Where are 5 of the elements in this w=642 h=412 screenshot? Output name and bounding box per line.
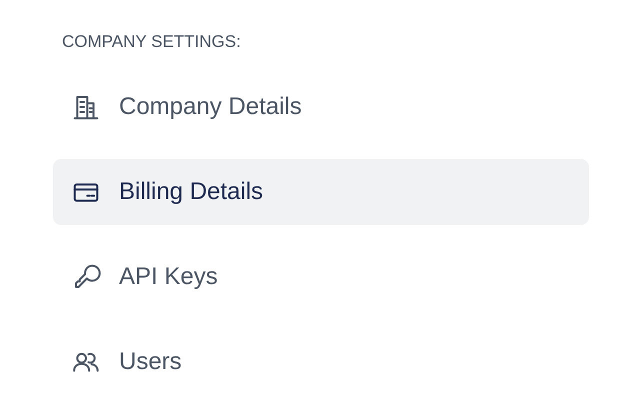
nav-item[interactable]: Company Details [53,74,589,140]
section-heading: COMPANY SETTINGS: [61,31,242,53]
nav-item[interactable]: Users [53,329,589,395]
nav-item[interactable]: Billing Details [53,159,589,225]
nav-item[interactable]: API Keys [53,244,589,310]
